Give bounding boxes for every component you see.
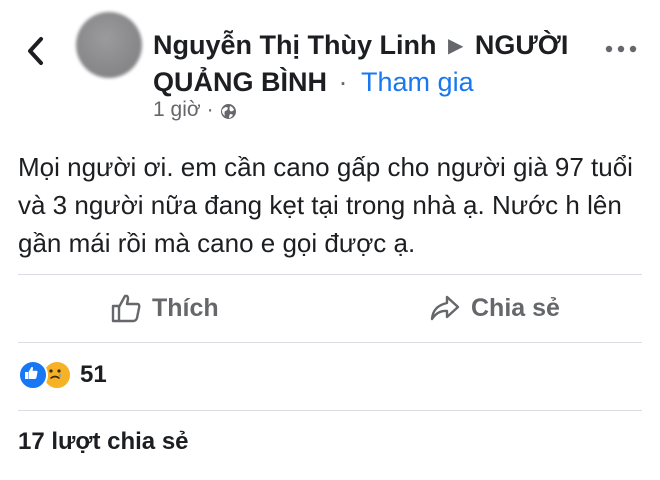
share-label: Chia sẻ [471,293,560,322]
group-arrow-icon: ▶ [448,35,464,57]
author-name[interactable]: Nguyễn Thị Thùy Linh [153,30,436,60]
divider [18,410,642,411]
thumbs-up-icon [111,294,141,323]
share-arrow-icon [430,295,460,321]
share-button[interactable]: Chia sẻ [429,288,560,328]
post-meta: 1 giờ · [153,98,237,122]
divider [18,274,642,275]
like-reaction-icon [18,360,48,390]
like-button[interactable]: Thích [110,288,219,328]
avatar[interactable] [76,12,142,78]
more-options-button[interactable] [604,42,638,56]
globe-icon [220,102,237,119]
meta-separator: · [206,98,214,121]
reactions-summary[interactable]: 51 [18,358,107,392]
reaction-count: 51 [80,361,107,388]
post-timestamp[interactable]: 1 giờ [153,98,201,122]
post-header: Nguyễn Thị Thùy Linh ▶ NGƯỜI QUẢNG BÌNH … [153,28,573,99]
chevron-left-icon [28,37,43,65]
share-count[interactable]: 17 lượt chia sẻ [18,428,189,456]
like-label: Thích [152,293,219,322]
post-screen: Nguyễn Thị Thùy Linh ▶ NGƯỜI QUẢNG BÌNH … [0,0,660,480]
back-button[interactable] [22,34,52,68]
more-horizontal-icon [605,45,637,53]
divider [18,342,642,343]
post-body-text: Mọi người ơi. em cần cano gấp cho người … [18,152,633,258]
header-separator: · [338,67,348,97]
join-group-link[interactable]: Tham gia [361,67,474,97]
